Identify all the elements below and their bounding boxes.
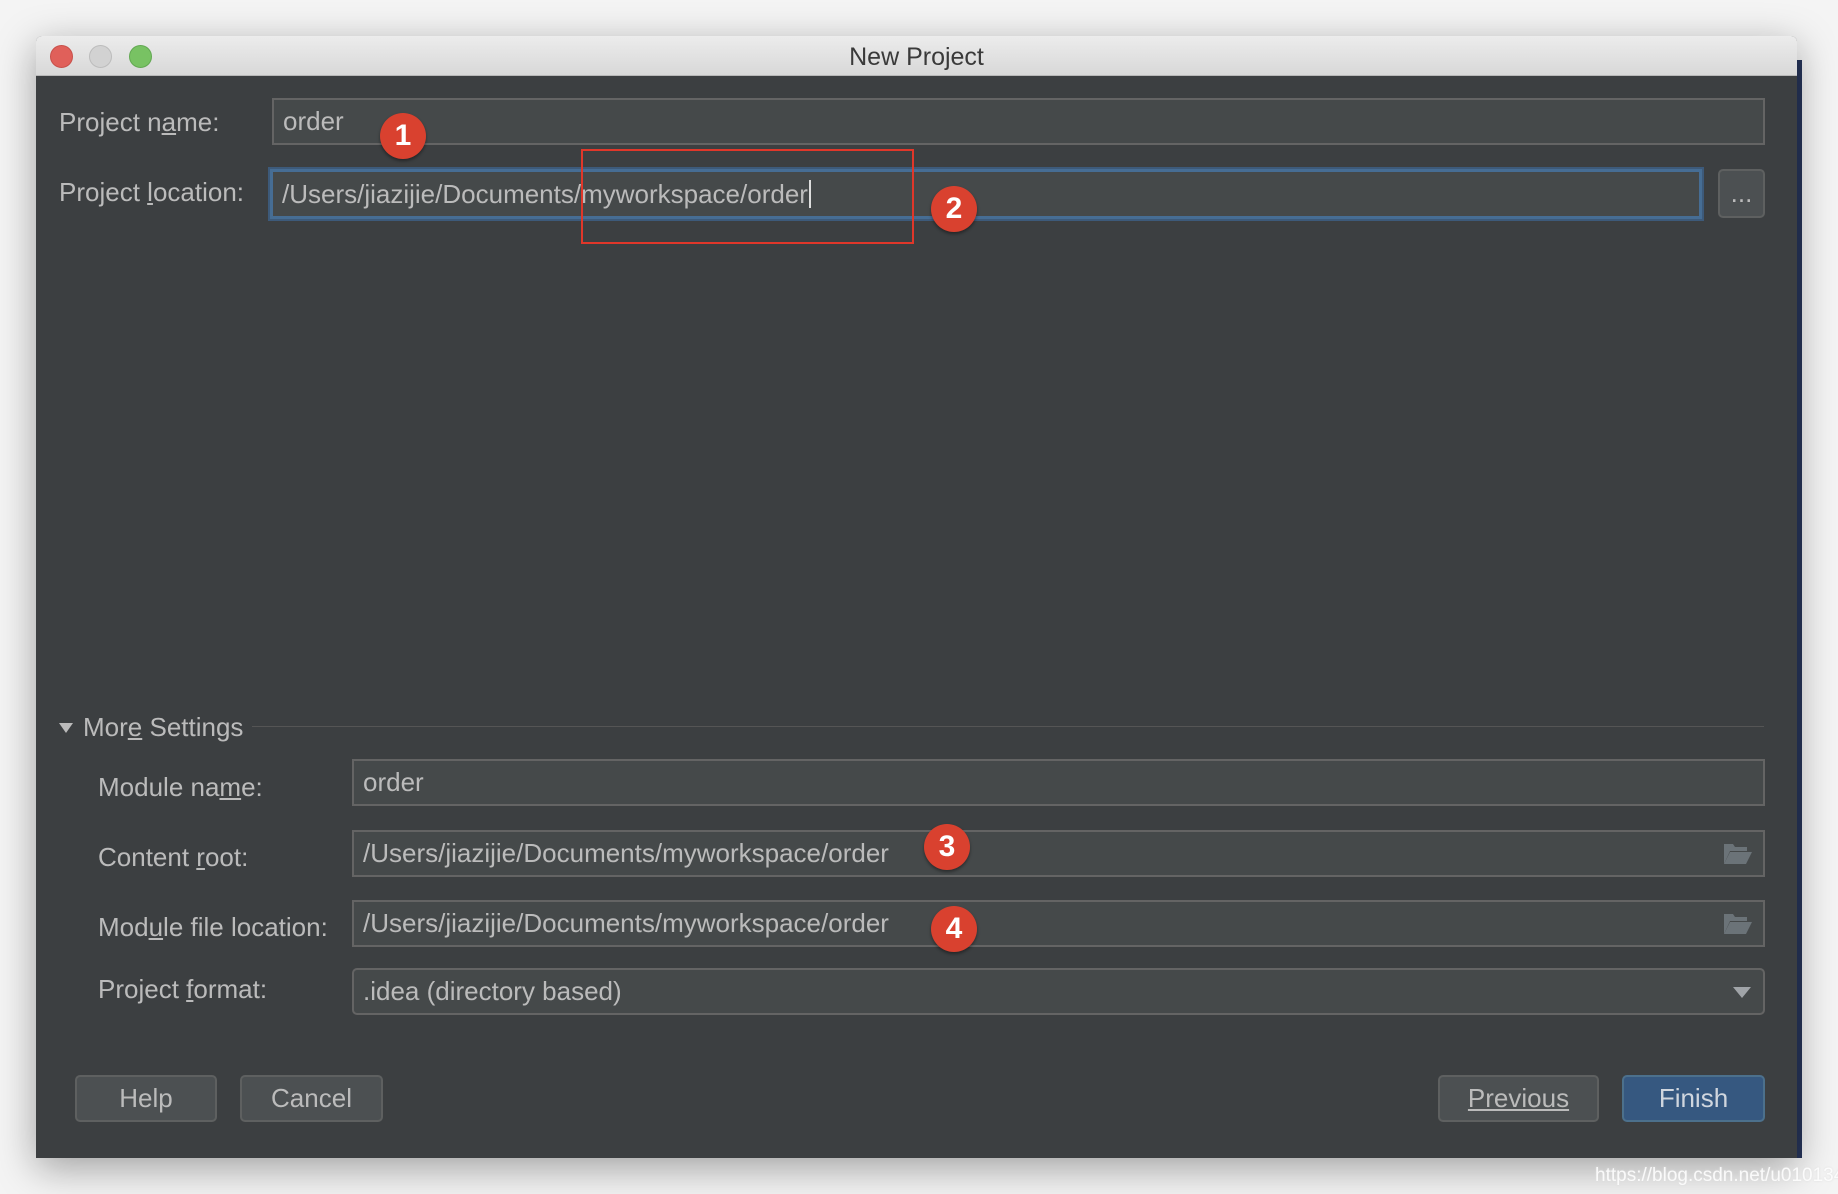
- help-label: Help: [119, 1083, 173, 1113]
- title-bar: New Project: [36, 36, 1797, 76]
- content-root-input[interactable]: /Users/jiazijie/Documents/myworkspace/or…: [352, 830, 1765, 877]
- chevron-down-icon: [1733, 987, 1751, 998]
- triangle-down-icon: [59, 722, 73, 733]
- finish-button[interactable]: Finish: [1622, 1075, 1765, 1122]
- watermark: https://blog.csdn.net/u0101346: [1595, 1165, 1838, 1186]
- module-file-location-input[interactable]: /Users/jiazijie/Documents/myworkspace/or…: [352, 900, 1765, 947]
- annotation-badge-3: 3: [924, 824, 970, 870]
- folder-icon[interactable]: [1723, 842, 1753, 866]
- project-format-value: .idea (directory based): [363, 976, 622, 1006]
- browse-location-button[interactable]: ...: [1718, 169, 1765, 218]
- new-project-dialog: New Project Project name: order Project …: [36, 36, 1797, 1158]
- browse-label: ...: [1730, 178, 1753, 208]
- previous-label: Previous: [1467, 1083, 1570, 1113]
- window-title: New Project: [849, 43, 984, 71]
- help-button[interactable]: Help: [75, 1075, 217, 1122]
- project-name-value: order: [283, 106, 344, 136]
- cancel-button[interactable]: Cancel: [240, 1075, 383, 1122]
- annotation-badge-1: 1: [380, 113, 426, 159]
- folder-icon[interactable]: [1723, 912, 1753, 936]
- more-settings-toggle[interactable]: More Settings: [58, 712, 243, 743]
- cancel-label: Cancel: [271, 1083, 352, 1113]
- annotation-badge-2: 2: [931, 186, 977, 232]
- previous-button[interactable]: Previous: [1438, 1075, 1599, 1122]
- separator: [252, 726, 1764, 727]
- project-format-select[interactable]: .idea (directory based): [352, 968, 1765, 1015]
- project-format-label: Project format:: [98, 974, 268, 1004]
- project-name-label: Project name:: [59, 107, 220, 137]
- project-location-label: Project location:: [59, 177, 245, 207]
- highlight-box: [581, 149, 914, 244]
- module-name-input[interactable]: order: [352, 759, 1765, 806]
- module-file-location-value: /Users/jiazijie/Documents/myworkspace/or…: [363, 908, 889, 938]
- annotation-badge-4: 4: [931, 906, 977, 952]
- more-settings-label: More Settings: [83, 712, 244, 742]
- module-file-location-label: Module file location:: [98, 912, 328, 942]
- module-name-value: order: [363, 767, 424, 797]
- content-root-label: Content root:: [98, 842, 249, 872]
- content-root-value: /Users/jiazijie/Documents/myworkspace/or…: [363, 838, 889, 868]
- finish-label: Finish: [1658, 1083, 1729, 1113]
- module-name-label: Module name:: [98, 772, 263, 802]
- project-name-input[interactable]: order: [272, 98, 1765, 145]
- project-location-input[interactable]: /Users/jiazijie/Documents/myworkspace/or…: [270, 169, 1702, 219]
